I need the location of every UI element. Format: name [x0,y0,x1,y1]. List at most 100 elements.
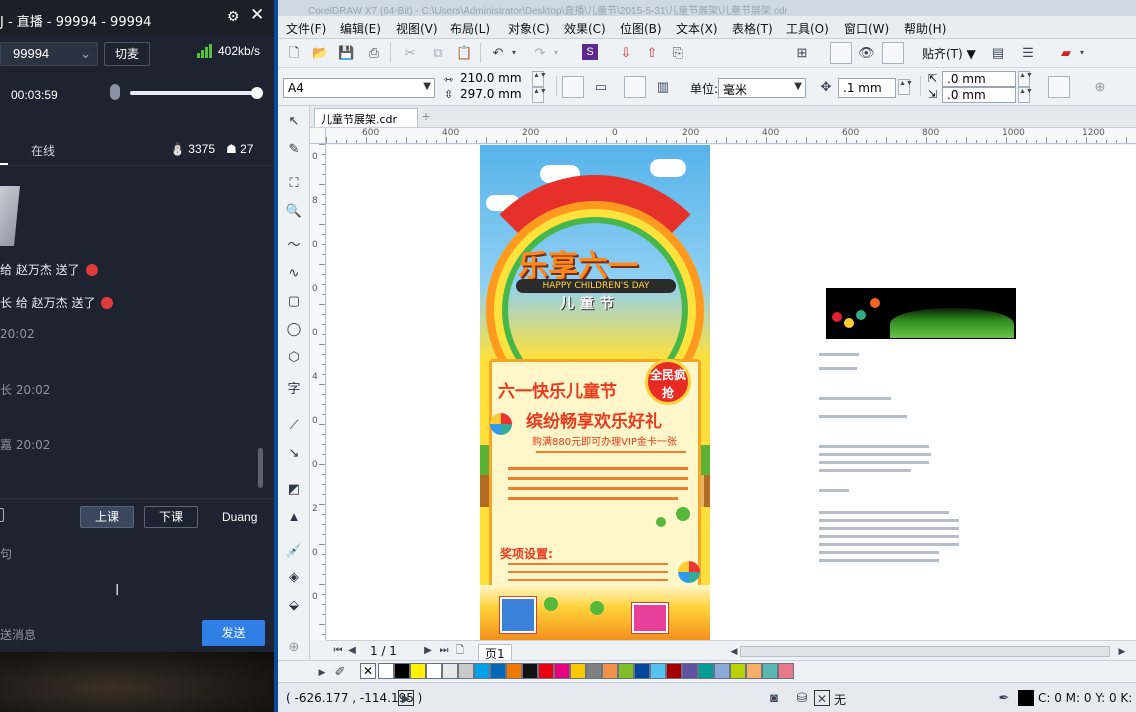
poster-artwork[interactable]: 乐享六一 HAPPY CHILDREN'S DAY 儿童节 六一快乐儿童节 全民… [480,145,710,642]
add-icon[interactable]: ⊕ [1092,79,1108,95]
duplicate-x-spinner[interactable]: ▲▼ [1018,71,1033,87]
color-swatch[interactable] [682,663,698,679]
color-swatch[interactable] [538,663,554,679]
color-swatch[interactable] [586,663,602,679]
color-swatch[interactable] [746,663,762,679]
color-swatch[interactable] [506,663,522,679]
polygon-tool-icon[interactable]: ⬡ [285,348,303,366]
transparency-icon[interactable]: ▲ [285,508,303,526]
menu-item[interactable]: 文件(F) [286,20,326,37]
show-grid-icon[interactable]: 👁 [858,45,875,61]
volume-slider[interactable] [130,91,258,95]
page-size-select[interactable]: A4 ▼ [283,78,435,98]
drawing-canvas[interactable]: 乐享六一 HAPPY CHILDREN'S DAY 儿童节 六一快乐儿童节 全民… [327,145,1136,642]
options-icon[interactable]: ☰ [1020,45,1036,61]
duplicate-y-input[interactable]: .0 mm [942,87,1016,103]
document-tab[interactable]: 儿童节展架.cdr [314,108,418,127]
volume-slider-handle[interactable] [251,87,263,99]
color-swatch[interactable] [730,663,746,679]
room-select[interactable]: 99994 ⌄ [0,42,98,66]
duang-button[interactable]: Duang [222,510,257,524]
no-fill-swatch[interactable]: ✕ [360,663,376,679]
menu-item[interactable]: 对象(C) [508,20,550,37]
page-width-input[interactable]: 210.0 mm [456,71,532,87]
duplicate-x-input[interactable]: .0 mm [942,71,1016,87]
color-swatch[interactable] [666,663,682,679]
new-tab-icon[interactable]: + [422,108,430,124]
snap-to-menu[interactable]: 贴齐(T) ▼ [922,45,976,62]
undo-icon[interactable]: ↶ [490,45,506,61]
color-swatch[interactable] [634,663,650,679]
text-tool-icon[interactable]: 字 [285,380,303,398]
microphone-icon[interactable] [110,84,120,100]
export-icon[interactable]: ⇧ [644,45,660,61]
cut-icon[interactable]: ✂ [402,45,418,61]
tab-online[interactable]: 在线 [31,142,55,159]
new-document-icon[interactable]: 🗋 [286,45,302,61]
fill-bucket-icon[interactable]: ⛁ [794,690,810,706]
drop-shadow-icon[interactable]: ◩ [285,480,303,498]
color-swatch[interactable] [426,663,442,679]
freehand-tool-icon[interactable]: 〜 [285,236,303,254]
pick-tool-icon[interactable]: ↖ [285,112,303,130]
send-button[interactable]: 发送 [202,620,265,646]
menu-item[interactable]: 编辑(E) [340,20,381,37]
color-swatch[interactable] [698,663,714,679]
portrait-icon[interactable] [562,76,584,98]
gear-icon[interactable]: ⚙ [227,8,240,25]
duplicate-y-spinner[interactable]: ▲▼ [1018,87,1033,103]
last-page-icon[interactable]: ⏭ [436,643,452,659]
horizontal-scrollbar[interactable] [740,646,1110,657]
menu-item[interactable]: 视图(V) [396,20,438,37]
current-page-icon[interactable]: ▥ [655,79,671,95]
shape-tool-icon[interactable]: ✎ [285,140,303,158]
application-launcher-icon[interactable]: ▰ [1058,45,1074,61]
color-swatch[interactable] [442,663,458,679]
copy-icon[interactable]: ⧉ [430,45,446,61]
all-pages-icon[interactable] [624,76,646,98]
units-select[interactable]: 毫米 ▼ [718,78,806,98]
color-swatch[interactable] [474,663,490,679]
menu-item[interactable]: 文本(X) [676,20,718,37]
welcome-screen-icon[interactable]: ▤ [990,45,1006,61]
color-swatch[interactable] [602,663,618,679]
artistic-media-icon[interactable]: ∿ [285,264,303,282]
eyedropper-icon[interactable]: 💉 [285,542,303,560]
chat-input[interactable]: 句 I 送消息 发送 [0,532,276,652]
treat-as-filled-icon[interactable] [1048,76,1070,98]
color-swatch[interactable] [378,663,394,679]
checkbox-icon[interactable] [0,508,4,522]
color-swatch[interactable] [714,663,730,679]
add-page-icon[interactable]: 🗋 [452,643,468,659]
show-guidelines-icon[interactable] [882,42,904,64]
snapshot-icon[interactable]: ◙ [766,690,782,706]
eyedropper-icon[interactable]: ✐ [332,664,348,680]
close-icon[interactable]: ✕ [250,5,264,25]
redo-icon[interactable]: ↷ [532,45,548,61]
undo-dropdown-icon[interactable]: ▾ [506,45,522,61]
height-spinner[interactable]: ▲▼ [532,87,547,103]
color-swatch[interactable] [522,663,538,679]
color-swatch[interactable] [778,663,794,679]
color-swatch[interactable] [410,663,426,679]
color-swatch[interactable] [650,663,666,679]
menu-item[interactable]: 表格(T) [732,20,773,37]
menu-item[interactable]: 位图(B) [620,20,662,37]
width-spinner[interactable]: ▲▼ [532,71,547,87]
nudge-spinner[interactable]: ▲▼ [898,79,913,95]
color-swatch[interactable] [554,663,570,679]
switch-mic-button[interactable]: 切麦 [104,42,150,66]
color-swatch[interactable] [570,663,586,679]
rectangle-tool-icon[interactable]: ▢ [285,292,303,310]
ellipse-tool-icon[interactable]: ◯ [285,320,303,338]
horizontal-ruler[interactable]: 600 400 200 0 200 400 600 800 1000 1200 [326,128,1136,144]
color-swatch[interactable] [458,663,474,679]
open-folder-icon[interactable]: 📂 [312,45,328,61]
color-swatch[interactable] [490,663,506,679]
color-swatch[interactable] [618,663,634,679]
color-swatch[interactable] [762,663,778,679]
landscape-icon[interactable]: ▭ [593,79,609,95]
play-icon[interactable]: ▶ [398,690,414,706]
save-icon[interactable]: 💾 [338,45,354,61]
ruler-origin[interactable] [310,128,326,144]
